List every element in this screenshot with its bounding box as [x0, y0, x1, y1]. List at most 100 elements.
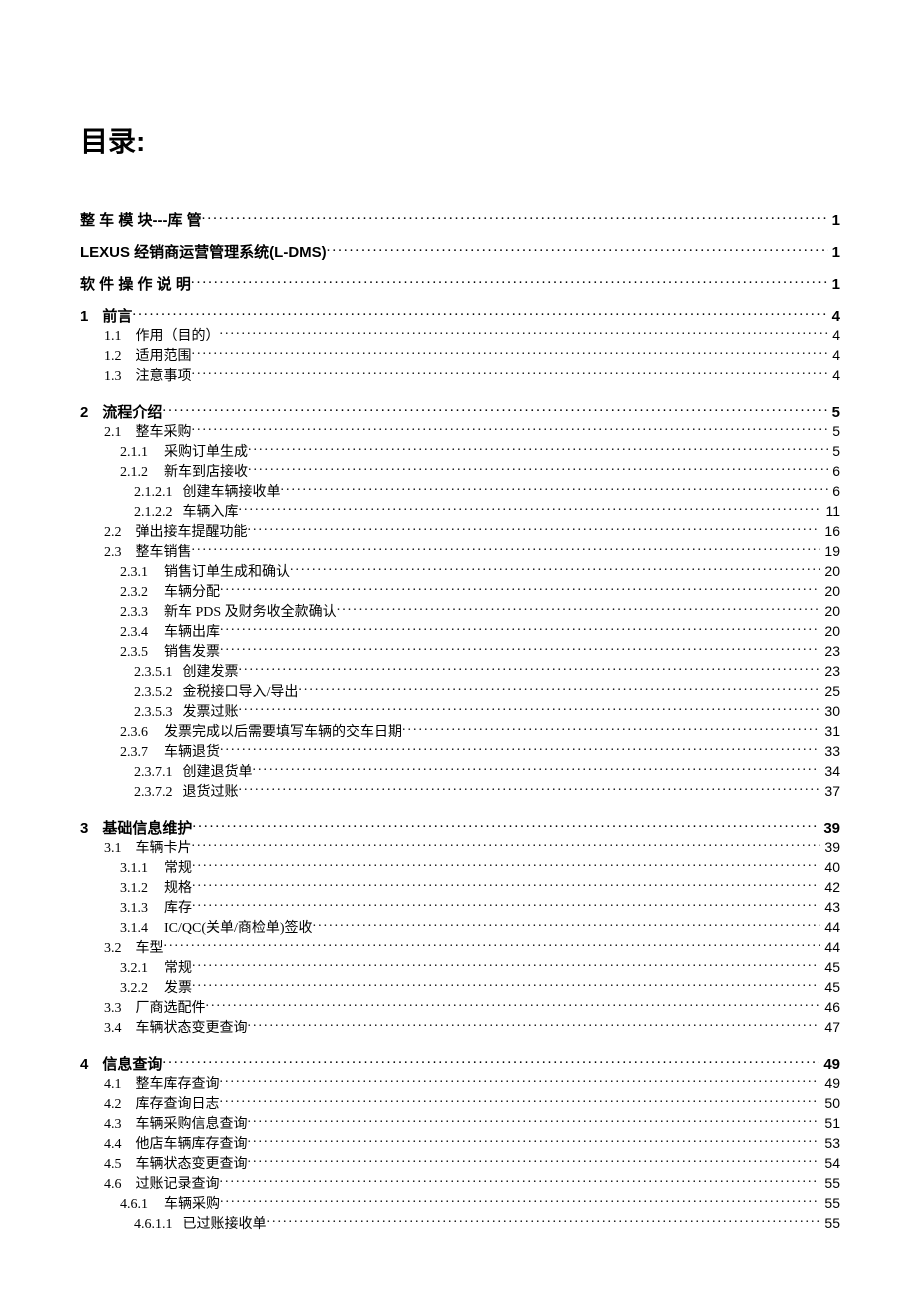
- toc-entry-text: 厂商选配件: [136, 999, 206, 1018]
- toc-entry-page: 55: [820, 1174, 840, 1193]
- toc-entry[interactable]: 2.3.7.2 退货过账 37: [80, 782, 840, 802]
- toc-entry-page: 25: [820, 682, 840, 701]
- toc-entry-number: 1: [80, 307, 88, 326]
- toc-entry[interactable]: 3.3 厂商选配件 46: [80, 998, 840, 1018]
- toc-entry[interactable]: 2.3.4车辆出库20: [80, 622, 840, 642]
- toc-entry-text: 软 件 操 作 说 明: [80, 275, 191, 294]
- toc-entry-number: 2: [80, 403, 88, 422]
- toc-entry[interactable]: 2.1整车采购5: [80, 422, 840, 442]
- toc-entry[interactable]: 整 车 模 块---库 管1: [80, 210, 840, 230]
- toc-entry[interactable]: 1.1作用（目的）4: [80, 326, 840, 346]
- toc-entry-number: 2.3.5.2: [134, 683, 173, 702]
- toc-entry-page: 53: [820, 1134, 840, 1153]
- toc-entry[interactable]: 2流程介绍5: [80, 402, 840, 422]
- toc-entry-number: 4.6.1: [120, 1195, 148, 1214]
- toc-entry[interactable]: 2.3.5销售发票23: [80, 642, 840, 662]
- toc-entry[interactable]: 1.2适用范围4: [80, 346, 840, 366]
- toc-entry-text: 退货过账: [183, 783, 239, 802]
- toc-entry[interactable]: 3.2.1常规45: [80, 958, 840, 978]
- toc-entry[interactable]: 4.6.1车辆采购55: [80, 1194, 840, 1214]
- toc-entry[interactable]: 3.1.3库存43: [80, 898, 840, 918]
- toc-entry[interactable]: 2.1.2.1创建车辆接收单6: [80, 482, 840, 502]
- toc-entry-text: 规格: [164, 879, 192, 898]
- toc-entry-number: 1.1: [104, 327, 122, 346]
- toc-entry-number: 3.1: [104, 839, 122, 858]
- toc-entry[interactable]: 1.3注意事项4: [80, 366, 840, 386]
- toc-entry-text: 整车销售: [136, 543, 192, 562]
- toc-entry[interactable]: 2.3整车销售19: [80, 542, 840, 562]
- toc-entry-number: 4.6.1.1: [134, 1215, 173, 1234]
- toc-entry[interactable]: 3.1车辆卡片39: [80, 838, 840, 858]
- toc-entry[interactable]: 4.1整车库存查询49: [80, 1074, 840, 1094]
- toc-entry-number: 3.3: [104, 999, 122, 1018]
- toc-entry-text: 库存: [164, 899, 192, 918]
- toc-entry-page: 51: [820, 1114, 840, 1133]
- toc-entry-page: 4: [828, 307, 840, 326]
- toc-entry[interactable]: 2.2弹出接车提醒功能16: [80, 522, 840, 542]
- toc-entry[interactable]: 2.3.1销售订单生成和确认20: [80, 562, 840, 582]
- toc-entry[interactable]: 2.1.2.2车辆入库11: [80, 502, 840, 522]
- toc-entry-text: IC/QC(关单/商检单)签收: [164, 919, 313, 938]
- toc-entry[interactable]: 4.4他店车辆库存查询53: [80, 1134, 840, 1154]
- toc-entry-text: 作用（目的）: [136, 327, 220, 346]
- toc-entry[interactable]: 3.1.1常规40: [80, 858, 840, 878]
- toc-entry[interactable]: 2.3.5.3发票过账30: [80, 702, 840, 722]
- toc-leader: [239, 702, 821, 716]
- toc-entry[interactable]: 2.3.5.1创建发票23: [80, 662, 840, 682]
- toc-leader: [220, 326, 829, 340]
- toc-entry[interactable]: 2.3.7.1创建退货单34: [80, 762, 840, 782]
- toc-entry-page: 23: [820, 642, 840, 661]
- toc-entry-page: 39: [819, 819, 840, 838]
- toc-entry[interactable]: 2.3.6发票完成以后需要填写车辆的交车日期31: [80, 722, 840, 742]
- toc-leader: [248, 1154, 821, 1168]
- toc-entry-page: 23: [820, 662, 840, 681]
- toc-entry[interactable]: 3.2.2发票45: [80, 978, 840, 998]
- toc-entry[interactable]: 2.3.3新车 PDS 及财务收全款确认20: [80, 602, 840, 622]
- toc-entry[interactable]: 4.6.1.1已过账接收单55: [80, 1214, 840, 1234]
- toc-entry-page: 54: [820, 1154, 840, 1173]
- toc-entry-number: 4.2: [104, 1095, 122, 1114]
- toc-entry[interactable]: 3.1.4IC/QC(关单/商检单)签收44: [80, 918, 840, 938]
- toc-entry-page: 6: [828, 462, 840, 481]
- toc-entry-text: 车辆卡片: [136, 839, 192, 858]
- toc-entry[interactable]: 4.2库存查询日志50: [80, 1094, 840, 1114]
- toc-entry[interactable]: 2.1.1采购订单生成5: [80, 442, 840, 462]
- toc-leader: [248, 462, 828, 476]
- toc-entry[interactable]: 3.2车型44: [80, 938, 840, 958]
- toc-entry-number: 2.3.2: [120, 583, 148, 602]
- toc-entry[interactable]: LEXUS 经销商运营管理系统(L-DMS)1: [80, 242, 840, 262]
- toc-entry-page: 46: [820, 998, 840, 1017]
- toc-entry-page: 4: [828, 346, 840, 365]
- toc-entry-page: 42: [820, 878, 840, 897]
- toc-leader: [220, 1094, 821, 1108]
- toc-entry-page: 44: [820, 938, 840, 957]
- toc-entry[interactable]: 3基础信息维护39: [80, 818, 840, 838]
- toc-entry-text: 注意事项: [136, 367, 192, 386]
- toc-entry-page: 49: [819, 1055, 840, 1074]
- toc-entry[interactable]: 3.4车辆状态变更查询47: [80, 1018, 840, 1038]
- toc-entry-text: 新车 PDS 及财务收全款确认: [164, 603, 337, 622]
- toc-entry-number: 4: [80, 1055, 88, 1074]
- toc-entry[interactable]: 2.3.2车辆分配20: [80, 582, 840, 602]
- toc-entry-page: 11: [821, 502, 840, 521]
- toc-entry-page: 5: [828, 403, 840, 422]
- toc-leader: [192, 542, 821, 556]
- toc-leader: [192, 818, 819, 833]
- toc-entry[interactable]: 1前言4: [80, 306, 840, 326]
- toc-leader: [402, 722, 820, 736]
- toc-entry[interactable]: 2.3.7车辆退货33: [80, 742, 840, 762]
- toc-entry[interactable]: 2.1.2新车到店接收6: [80, 462, 840, 482]
- toc-entry[interactable]: 4信息查询49: [80, 1054, 840, 1074]
- toc-entry-text: 车辆分配: [164, 583, 220, 602]
- toc-entry[interactable]: 2.3.5.2金税接口导入/导出25: [80, 682, 840, 702]
- toc-entry-number: 2.3.7.2: [134, 783, 173, 802]
- toc-entry[interactable]: 3.1.2 规格 42: [80, 878, 840, 898]
- toc-entry[interactable]: 4.5车辆状态变更查询54: [80, 1154, 840, 1174]
- toc-entry-number: 2.1: [104, 423, 122, 442]
- toc-entry-page: 37: [820, 782, 840, 801]
- toc-entry-number: 3.1.2: [120, 879, 148, 898]
- toc-entry[interactable]: 4.3车辆采购信息查询51: [80, 1114, 840, 1134]
- toc-entry[interactable]: 4.6过账记录查询55: [80, 1174, 840, 1194]
- toc-entry[interactable]: 软 件 操 作 说 明1: [80, 274, 840, 294]
- toc-leader: [162, 1054, 819, 1069]
